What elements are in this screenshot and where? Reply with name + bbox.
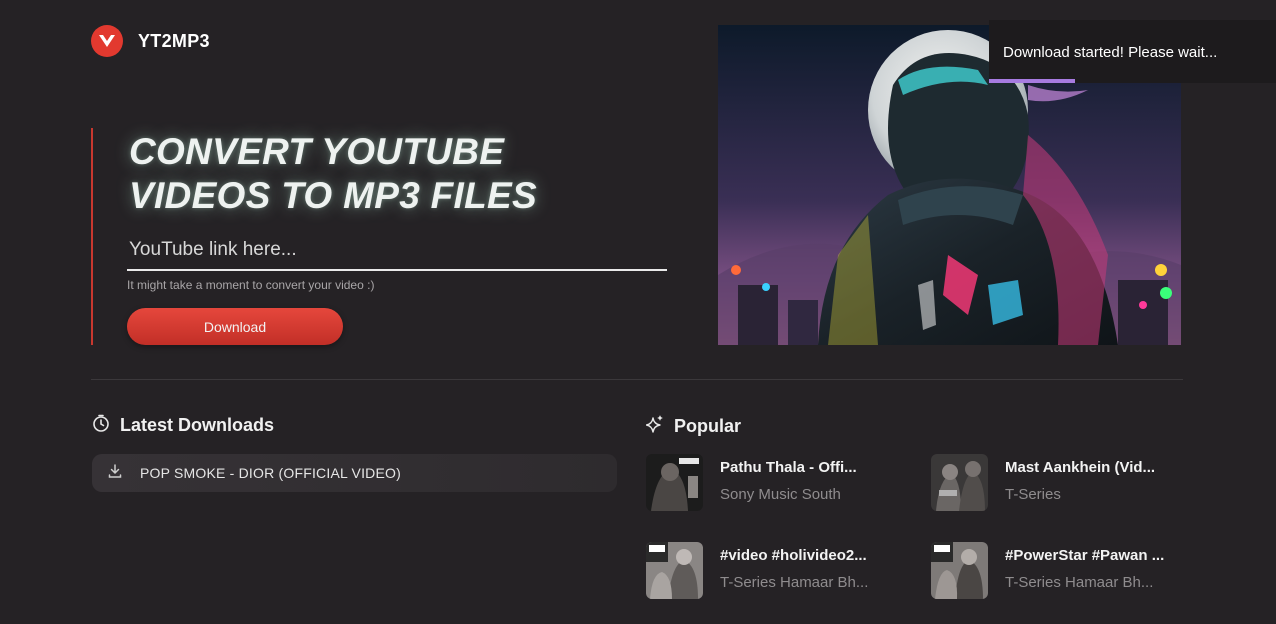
download-button[interactable]: Download — [127, 308, 343, 345]
popular-item[interactable]: Pathu Thala - Offi... Sony Music South — [646, 454, 916, 511]
clock-icon — [92, 414, 110, 437]
convert-hint: It might take a moment to convert your v… — [127, 278, 375, 292]
hero-title: CONVERT YOUTUBE VIDEOS TO MP3 FILES — [129, 130, 537, 218]
popular-item[interactable]: #PowerStar #Pawan ... T-Series Hamaar Bh… — [931, 542, 1201, 599]
popular-item-channel: T-Series Hamaar Bh... — [720, 574, 869, 591]
popular-item-channel: T-Series Hamaar Bh... — [1005, 574, 1154, 591]
popular-item-title: Mast Aankhein (Vid... — [1005, 459, 1156, 476]
popular-item[interactable]: #video #holivideo2... T-Series Hamaar Bh… — [646, 542, 916, 599]
sparkles-icon — [645, 414, 664, 439]
hero-title-line-1: CONVERT YOUTUBE — [129, 131, 505, 172]
hero-title-line-2: VIDEOS TO MP3 FILES — [129, 175, 537, 216]
popular-item-channel: Sony Music South — [720, 486, 841, 503]
youtube-link-input[interactable] — [127, 231, 667, 271]
popular-item-title: #PowerStar #Pawan ... — [1005, 547, 1165, 564]
hero-section: CONVERT YOUTUBE VIDEOS TO MP3 FILES It m… — [91, 128, 681, 345]
brand-logo[interactable]: YT2MP3 — [91, 25, 210, 57]
section-divider — [91, 379, 1183, 380]
popular-header: Popular — [645, 414, 742, 439]
popular-item-title: Pathu Thala - Offi... — [720, 459, 857, 476]
brand-name: YT2MP3 — [138, 30, 210, 51]
download-toast[interactable]: Download started! Please wait... — [989, 20, 1276, 83]
popular-title: Popular — [674, 416, 742, 436]
video-thumbnail — [646, 454, 703, 511]
popular-item[interactable]: Mast Aankhein (Vid... T-Series — [931, 454, 1201, 511]
popular-item-channel: T-Series — [1005, 486, 1061, 503]
latest-downloads-header: Latest Downloads — [92, 414, 274, 437]
toast-message: Download started! Please wait... — [1003, 44, 1218, 61]
video-thumbnail — [646, 542, 703, 599]
chevron-v-logo-icon — [91, 25, 123, 57]
download-icon — [107, 463, 123, 484]
latest-download-item[interactable]: POP SMOKE - DIOR (OFFICIAL VIDEO) — [92, 454, 617, 492]
video-thumbnail — [931, 454, 988, 511]
popular-item-title: #video #holivideo2... — [720, 547, 867, 564]
latest-download-label: POP SMOKE - DIOR (OFFICIAL VIDEO) — [140, 465, 401, 481]
video-thumbnail — [931, 542, 988, 599]
toast-progress-bar — [989, 79, 1076, 83]
latest-downloads-title: Latest Downloads — [120, 415, 275, 435]
